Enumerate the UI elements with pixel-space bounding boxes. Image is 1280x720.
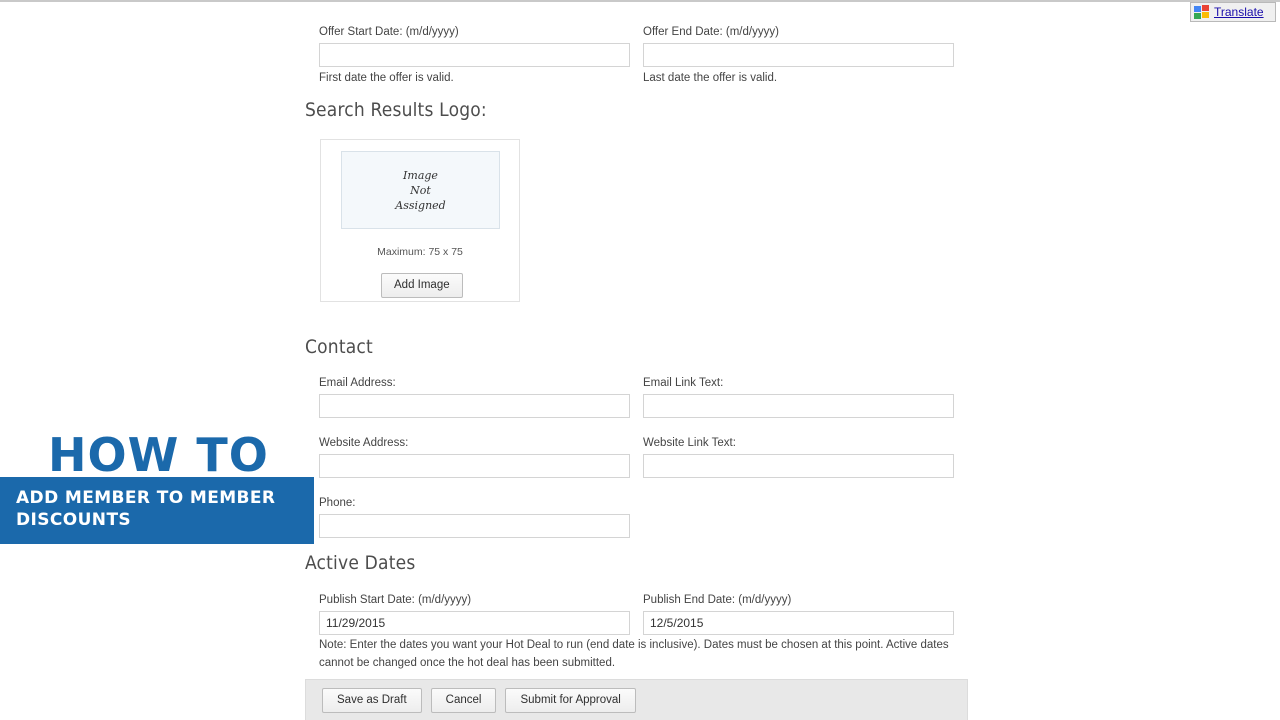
website-link-text-field: Website Link Text: [643,436,954,478]
contact-email-row: Email Address: Email Link Text: [0,376,1280,418]
placeholder-line-3: Assigned [395,198,446,212]
email-link-text-input[interactable] [643,394,954,418]
publish-end-date-label: Publish End Date: (m/d/yyyy) [643,594,792,606]
image-not-assigned-placeholder: Image Not Assigned [341,151,500,229]
email-link-text-label: Email Link Text: [643,377,724,389]
hot-deal-form: Offer Start Date: (m/d/yyyy) First date … [0,0,1280,720]
offer-end-date-field: Offer End Date: (m/d/yyyy) Last date the… [643,25,954,85]
phone-field: Phone: [319,496,630,538]
active-dates-heading: Active Dates [305,552,416,574]
website-link-text-input[interactable] [643,454,954,478]
active-dates-note: Note: Enter the dates you want your Hot … [319,639,949,669]
add-image-button[interactable]: Add Image [381,273,463,298]
offer-dates-row: Offer Start Date: (m/d/yyyy) First date … [0,25,1280,85]
website-address-field: Website Address: [319,436,630,478]
placeholder-line-2: Not [410,183,431,197]
offer-start-date-help: First date the offer is valid. [319,72,454,84]
logo-upload-box: Image Not Assigned Maximum: 75 x 75 Add … [320,139,520,302]
publish-dates-row: Publish Start Date: (m/d/yyyy) Publish E… [0,593,1280,635]
save-as-draft-button[interactable]: Save as Draft [322,687,422,713]
contact-heading: Contact [305,336,373,358]
publish-start-date-field: Publish Start Date: (m/d/yyyy) [319,593,630,635]
cancel-button[interactable]: Cancel [430,687,497,713]
publish-start-date-label: Publish Start Date: (m/d/yyyy) [319,594,472,606]
phone-input[interactable] [319,514,630,538]
offer-start-date-field: Offer Start Date: (m/d/yyyy) First date … [319,25,630,85]
publish-end-date-field: Publish End Date: (m/d/yyyy) [643,593,954,635]
email-address-label: Email Address: [319,377,396,389]
offer-end-date-help: Last date the offer is valid. [643,72,778,84]
email-address-input[interactable] [319,394,630,418]
website-address-label: Website Address: [319,437,409,449]
submit-for-approval-button[interactable]: Submit for Approval [505,687,636,713]
email-address-field: Email Address: [319,376,630,418]
offer-start-date-input[interactable] [319,43,630,67]
email-link-text-field: Email Link Text: [643,376,954,418]
form-action-bar: Save as Draft Cancel Submit for Approval [305,679,968,720]
offer-start-date-label: Offer Start Date: (m/d/yyyy) [319,26,459,38]
contact-website-row: Website Address: Website Link Text: [0,436,1280,478]
search-results-logo-heading: Search Results Logo: [305,99,487,121]
phone-label: Phone: [319,497,356,509]
website-link-text-label: Website Link Text: [643,437,736,449]
contact-phone-row: Phone: [0,496,1280,538]
website-address-input[interactable] [319,454,630,478]
offer-end-date-input[interactable] [643,43,954,67]
placeholder-line-1: Image [403,168,438,182]
logo-maximum-size-text: Maximum: 75 x 75 [377,246,463,258]
publish-end-date-input[interactable] [643,611,954,635]
offer-end-date-label: Offer End Date: (m/d/yyyy) [643,26,779,38]
publish-start-date-input[interactable] [319,611,630,635]
